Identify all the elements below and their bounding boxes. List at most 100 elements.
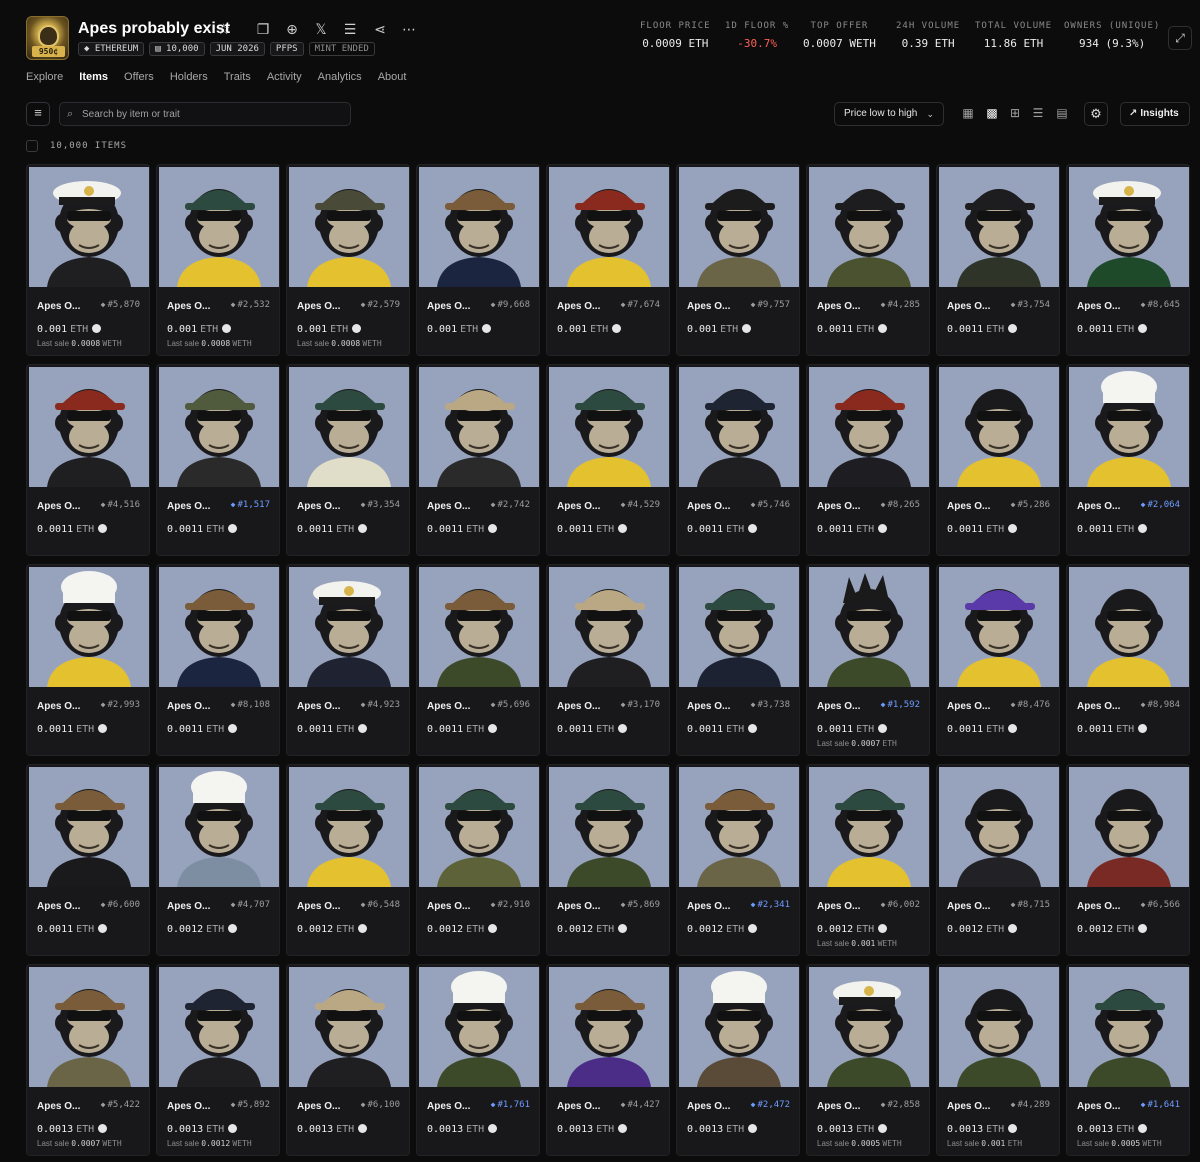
item-card[interactable]: Apes O... ◆ #3,354 0.0011 ETH	[286, 364, 410, 556]
item-image[interactable]	[939, 967, 1059, 1087]
item-image[interactable]	[419, 167, 539, 287]
search-box[interactable]: ⌕	[59, 102, 351, 126]
item-image[interactable]	[159, 967, 279, 1087]
item-card[interactable]: Apes O... ◆ #1,761 0.0013 ETH	[416, 964, 540, 1156]
item-card[interactable]: Apes O... ◆ #1,592 0.0011 ETH Last sale 0.…	[806, 564, 930, 756]
view-grid-icon[interactable]: ▩	[985, 106, 999, 120]
item-image[interactable]	[809, 767, 929, 887]
item-image[interactable]	[549, 767, 669, 887]
tag-category[interactable]: PFPS	[269, 42, 304, 56]
sort-dropdown[interactable]: Price low to high ⌄	[834, 102, 944, 126]
item-card[interactable]: Apes O... ◆ #8,984 0.0011 ETH	[1066, 564, 1190, 756]
item-image[interactable]	[809, 567, 929, 687]
item-image[interactable]	[1069, 767, 1189, 887]
item-card[interactable]: Apes O... ◆ #4,707 0.0012 ETH	[156, 764, 280, 956]
tab-activity[interactable]: Activity	[267, 71, 302, 83]
item-image[interactable]	[809, 167, 929, 287]
tab-analytics[interactable]: Analytics	[318, 71, 362, 83]
item-image[interactable]	[289, 367, 409, 487]
more-icon[interactable]: ⋯	[400, 20, 418, 38]
item-card[interactable]: Apes O... ◆ #5,870 0.001 ETH Last sale 0.0…	[26, 164, 150, 356]
item-card[interactable]: Apes O... ◆ #1,517 0.0011 ETH	[156, 364, 280, 556]
tab-explore[interactable]: Explore	[26, 71, 63, 83]
select-all-checkbox[interactable]	[26, 140, 38, 152]
item-image[interactable]	[679, 367, 799, 487]
copy-icon[interactable]: ❐	[254, 20, 272, 38]
item-card[interactable]: Apes O... ◆ #8,476 0.0011 ETH	[936, 564, 1060, 756]
item-image[interactable]	[289, 767, 409, 887]
item-card[interactable]: Apes O... ◆ #5,746 0.0011 ETH	[676, 364, 800, 556]
view-list-icon[interactable]: ☰	[1031, 106, 1045, 120]
item-card[interactable]: Apes O... ◆ #4,529 0.0011 ETH	[546, 364, 670, 556]
collection-logo[interactable]: 950¢	[26, 16, 69, 60]
item-image[interactable]	[1069, 167, 1189, 287]
item-card[interactable]: Apes O... ◆ #5,892 0.0013 ETH Last sale 0.…	[156, 964, 280, 1156]
item-image[interactable]	[419, 367, 539, 487]
expand-icon[interactable]: ⤢	[1168, 26, 1192, 50]
item-image[interactable]	[289, 967, 409, 1087]
item-card[interactable]: Apes O... ◆ #8,715 0.0012 ETH	[936, 764, 1060, 956]
item-card[interactable]: Apes O... ◆ #6,002 0.0012 ETH Last sale 0.…	[806, 764, 930, 956]
globe-icon[interactable]: ⊕	[283, 20, 301, 38]
item-card[interactable]: Apes O... ◆ #9,757 0.001 ETH	[676, 164, 800, 356]
item-image[interactable]	[549, 567, 669, 687]
view-table-icon[interactable]: ▤	[1055, 106, 1069, 120]
item-image[interactable]	[29, 167, 149, 287]
item-card[interactable]: Apes O... ◆ #5,869 0.0012 ETH	[546, 764, 670, 956]
item-image[interactable]	[29, 967, 149, 1087]
star-icon[interactable]: ☆	[217, 20, 230, 38]
item-image[interactable]	[159, 167, 279, 287]
x-twitter-icon[interactable]: 𝕏	[312, 20, 330, 38]
share-icon[interactable]: ⋖	[371, 20, 389, 38]
tab-traits[interactable]: Traits	[224, 71, 251, 83]
item-card[interactable]: Apes O... ◆ #2,064 0.0011 ETH	[1066, 364, 1190, 556]
item-image[interactable]	[419, 967, 539, 1087]
view-small-grid-icon[interactable]: ⊞	[1008, 106, 1022, 120]
search-input[interactable]	[82, 106, 342, 122]
item-card[interactable]: Apes O... ◆ #2,341 0.0012 ETH	[676, 764, 800, 956]
item-card[interactable]: Apes O... ◆ #4,923 0.0011 ETH	[286, 564, 410, 756]
tag-chain[interactable]: ◆ ETHEREUM	[78, 42, 145, 56]
tab-items[interactable]: Items	[79, 71, 108, 83]
item-image[interactable]	[1069, 367, 1189, 487]
item-card[interactable]: Apes O... ◆ #5,286 0.0011 ETH	[936, 364, 1060, 556]
item-card[interactable]: Apes O... ◆ #2,910 0.0012 ETH	[416, 764, 540, 956]
item-card[interactable]: Apes O... ◆ #6,600 0.0011 ETH	[26, 764, 150, 956]
item-image[interactable]	[29, 367, 149, 487]
item-card[interactable]: Apes O... ◆ #2,742 0.0011 ETH	[416, 364, 540, 556]
tab-holders[interactable]: Holders	[170, 71, 208, 83]
item-card[interactable]: Apes O... ◆ #7,674 0.001 ETH	[546, 164, 670, 356]
item-image[interactable]	[939, 567, 1059, 687]
item-image[interactable]	[29, 567, 149, 687]
view-large-grid-icon[interactable]: ▦	[961, 106, 975, 120]
item-card[interactable]: Apes O... ◆ #4,285 0.0011 ETH	[806, 164, 930, 356]
item-image[interactable]	[809, 967, 929, 1087]
item-image[interactable]	[939, 367, 1059, 487]
item-card[interactable]: Apes O... ◆ #2,472 0.0013 ETH	[676, 964, 800, 1156]
item-card[interactable]: Apes O... ◆ #3,738 0.0011 ETH	[676, 564, 800, 756]
item-card[interactable]: Apes O... ◆ #5,422 0.0013 ETH Last sale 0.…	[26, 964, 150, 1156]
item-card[interactable]: Apes O... ◆ #2,993 0.0011 ETH	[26, 564, 150, 756]
item-card[interactable]: Apes O... ◆ #4,516 0.0011 ETH	[26, 364, 150, 556]
item-image[interactable]	[419, 567, 539, 687]
insights-button[interactable]: ↗ Insights	[1120, 102, 1190, 126]
item-card[interactable]: Apes O... ◆ #6,548 0.0012 ETH	[286, 764, 410, 956]
item-image[interactable]	[419, 767, 539, 887]
item-image[interactable]	[549, 367, 669, 487]
item-card[interactable]: Apes O... ◆ #8,645 0.0011 ETH	[1066, 164, 1190, 356]
filter-button[interactable]: ≡	[26, 102, 50, 126]
tab-offers[interactable]: Offers	[124, 71, 154, 83]
item-image[interactable]	[939, 767, 1059, 887]
item-card[interactable]: Apes O... ◆ #5,696 0.0011 ETH	[416, 564, 540, 756]
item-card[interactable]: Apes O... ◆ #8,108 0.0011 ETH	[156, 564, 280, 756]
item-image[interactable]	[1069, 967, 1189, 1087]
item-card[interactable]: Apes O... ◆ #2,532 0.001 ETH Last sale 0.0…	[156, 164, 280, 356]
item-card[interactable]: Apes O... ◆ #3,754 0.0011 ETH	[936, 164, 1060, 356]
settings-button[interactable]: ⚙	[1084, 102, 1108, 126]
item-image[interactable]	[679, 967, 799, 1087]
item-image[interactable]	[29, 767, 149, 887]
item-image[interactable]	[159, 767, 279, 887]
item-image[interactable]	[159, 367, 279, 487]
item-card[interactable]: Apes O... ◆ #1,641 0.0013 ETH Last sale 0.…	[1066, 964, 1190, 1156]
item-image[interactable]	[809, 367, 929, 487]
